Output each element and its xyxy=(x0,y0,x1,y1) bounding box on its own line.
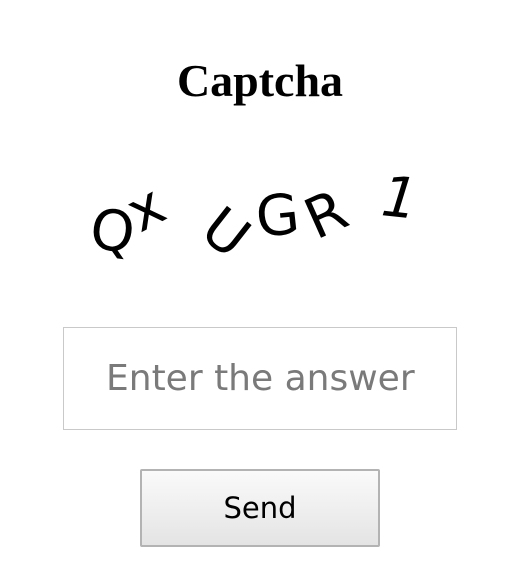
answer-input[interactable] xyxy=(63,327,457,430)
captcha-char-5: R xyxy=(295,178,357,253)
captcha-distorted-text: Q x U G R 1 xyxy=(86,164,421,265)
captcha-image: Q x U G R 1 xyxy=(80,155,430,265)
captcha-char-4: G xyxy=(253,182,303,251)
captcha-char-6: 1 xyxy=(379,164,421,232)
send-button[interactable]: Send xyxy=(140,469,380,547)
captcha-char-3: U xyxy=(189,195,261,265)
page-title: Captcha xyxy=(176,55,344,106)
captcha-page: Captcha Q x U G R 1 Send xyxy=(0,0,520,582)
